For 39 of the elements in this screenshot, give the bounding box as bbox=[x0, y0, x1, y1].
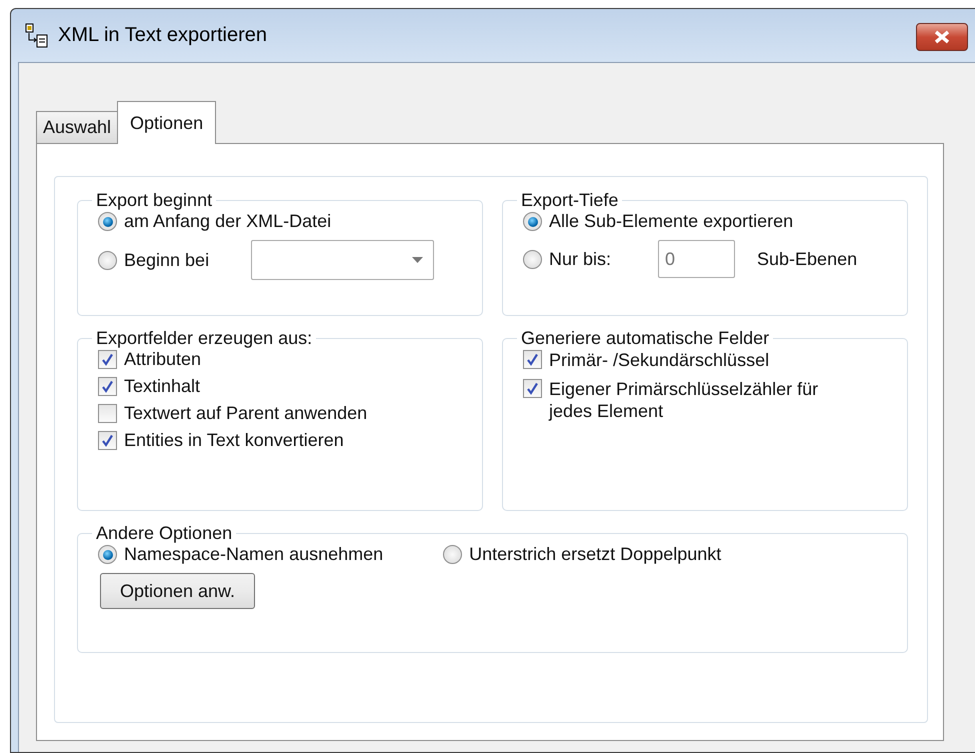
option-label: Alle Sub-Elemente exportieren bbox=[549, 211, 794, 232]
dropdown-arrow-icon bbox=[412, 257, 424, 263]
option-label: am Anfang der XML-Datei bbox=[124, 211, 332, 232]
checkbox-label: Entities in Text konvertieren bbox=[124, 430, 344, 451]
option-label: Beginn bei bbox=[124, 250, 210, 270]
export-icon bbox=[24, 22, 50, 48]
tab[interactable]: Auswahl bbox=[36, 111, 118, 143]
checkbox-label: Primär- /Sekundärschlüssel bbox=[549, 349, 770, 372]
group-title: Andere Optionen bbox=[95, 523, 234, 544]
radio-button[interactable] bbox=[98, 250, 117, 270]
checkbox[interactable] bbox=[98, 377, 117, 396]
radio-button[interactable] bbox=[523, 250, 542, 268]
group-title: Generiere automatische Felder bbox=[520, 328, 770, 349]
window-title: XML in Text exportieren bbox=[58, 24, 267, 47]
checkbox[interactable] bbox=[523, 378, 542, 398]
checkbox[interactable] bbox=[98, 431, 117, 450]
radio-button[interactable] bbox=[98, 545, 117, 564]
radio-button[interactable] bbox=[443, 545, 462, 564]
radio-button[interactable] bbox=[98, 212, 117, 231]
checkbox-label: Textinhalt bbox=[124, 376, 200, 397]
close-icon bbox=[933, 30, 951, 44]
checkbox-label: Attributen bbox=[124, 349, 202, 370]
group-title: Export-Tiefe bbox=[520, 190, 620, 211]
option-label: Unterstrich ersetzt Doppelpunkt bbox=[469, 544, 722, 565]
option-label: Namespace-Namen ausnehmen bbox=[124, 544, 384, 565]
option-label: Nur bis: bbox=[549, 248, 612, 270]
group-title: Exportfelder erzeugen aus: bbox=[95, 328, 314, 349]
checkbox-label: Textwert auf Parent anwenden bbox=[124, 403, 368, 424]
radio-button[interactable] bbox=[523, 212, 542, 231]
level-input-field[interactable]: 0 bbox=[658, 240, 736, 278]
checkbox[interactable] bbox=[523, 350, 542, 369]
apply-options-button[interactable]: Optionen anw. bbox=[100, 573, 255, 609]
checkbox[interactable] bbox=[98, 404, 117, 423]
group-title: Export beginnt bbox=[95, 190, 214, 211]
checkbox-label: Eigener Primärschlüsselzähler für jedes Element bbox=[549, 378, 820, 422]
tab[interactable]: Optionen bbox=[117, 101, 216, 144]
field-suffix: Sub-Ebenen bbox=[757, 248, 858, 270]
close-button[interactable] bbox=[916, 23, 968, 51]
checkbox[interactable] bbox=[98, 350, 117, 369]
